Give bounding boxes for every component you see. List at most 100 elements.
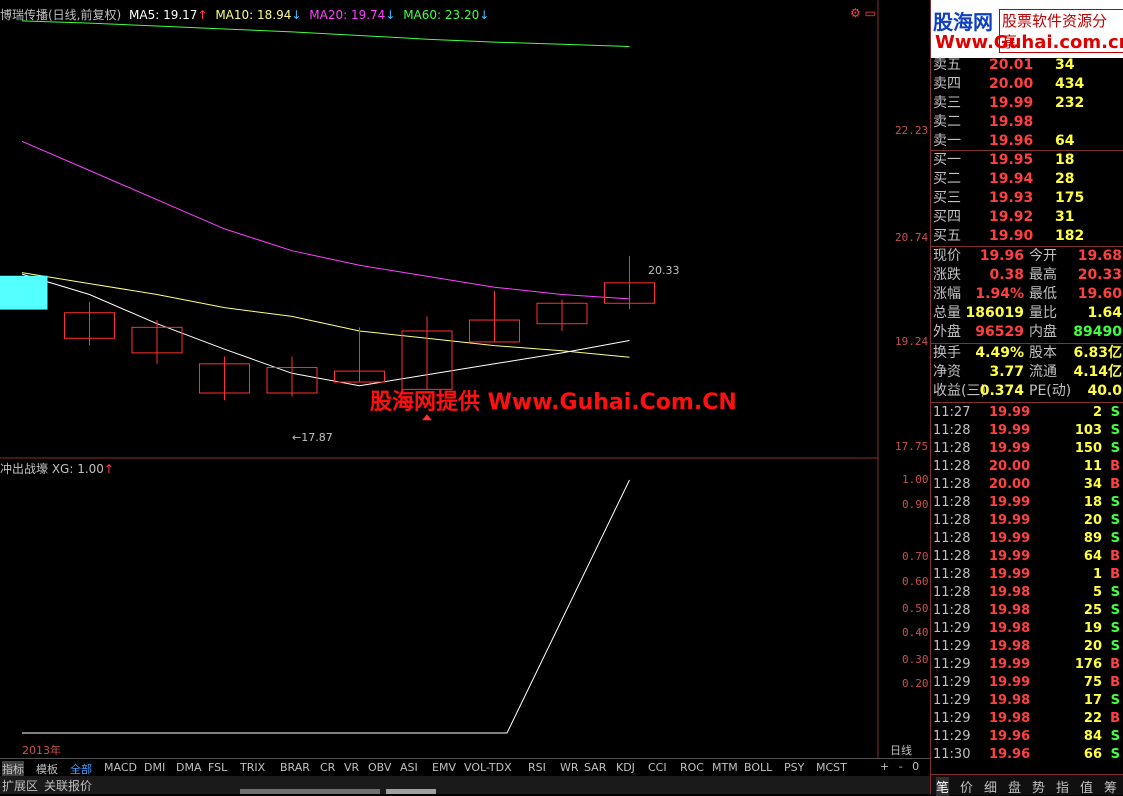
sell-level-row[interactable]: 卖五 20.01 34 (931, 56, 1123, 75)
tick-time: 11:29 (933, 675, 971, 690)
price-axis-label: 20.74 (895, 231, 929, 244)
indicator-tab-全部[interactable]: 全部 (70, 761, 92, 777)
settings-icon[interactable]: ⚙ (850, 6, 861, 20)
indicator-tab-cr[interactable]: CR (320, 761, 335, 774)
zoom-controls[interactable]: + - 0 (880, 760, 919, 773)
buy-level-row[interactable]: 买一 19.95 18 (931, 151, 1123, 170)
zoom-icon[interactable]: ▭ (865, 6, 876, 20)
quote-value: 40.0 (1087, 383, 1122, 399)
indicator-tab-指标[interactable]: 指标 (2, 761, 24, 777)
indicator-tab-模板[interactable]: 模板 (36, 761, 58, 777)
indicator-tab-mcst[interactable]: MCST (816, 761, 847, 774)
quote-value: 0.374 (979, 383, 1024, 399)
buy-level-row[interactable]: 买二 19.94 28 (931, 170, 1123, 189)
indicator-tab-cci[interactable]: CCI (648, 761, 667, 774)
tick-side: S (1110, 441, 1120, 456)
quote-value: 4.49% (975, 345, 1024, 361)
sell-level-row[interactable]: 卖一 19.96 64 (931, 132, 1123, 151)
sell-level-row[interactable]: 卖三 19.99 232 (931, 94, 1123, 113)
level-price: 19.98 (989, 114, 1034, 130)
indicator-tab-psy[interactable]: PSY (784, 761, 804, 774)
indicator-tab-rsi[interactable]: RSI (528, 761, 546, 774)
sell-level-row[interactable]: 卖二 19.98 (931, 113, 1123, 132)
quote-row: 总量 186019 量比 1.64 (931, 304, 1123, 323)
indicator-tab-asi[interactable]: ASI (400, 761, 418, 774)
watermark-text: 股海网提供 Www.Guhai.Com.CN (370, 390, 737, 415)
tick-time: 11:27 (933, 405, 971, 420)
logo-url: Www.Guhai.com.cn (935, 32, 1123, 53)
indicator-tab-kdj[interactable]: KDJ (616, 761, 635, 774)
tick-row: 11:28 19.99 89 S (931, 530, 1123, 548)
quote-label: 最高 (1029, 267, 1057, 283)
kline-chart-area[interactable]: 博瑞传播(日线,前复权) MA5: 19.17↑ MA10: 18.94↓ MA… (0, 0, 930, 760)
indicator-tab-brar[interactable]: BRAR (280, 761, 310, 774)
indicator-tab-obv[interactable]: OBV (368, 761, 391, 774)
right-tab[interactable]: 盘 (1008, 777, 1021, 796)
tick-price: 20.00 (989, 477, 1031, 492)
indicator-tab-sar[interactable]: SAR (584, 761, 606, 774)
tick-row: 11:29 19.98 19 S (931, 620, 1123, 638)
kline-svg[interactable] (0, 0, 930, 760)
indicator-tab-dma[interactable]: DMA (176, 761, 202, 774)
indicator-tab-vol-tdx[interactable]: VOL-TDX (464, 761, 512, 774)
indicator-tab-wr[interactable]: WR (560, 761, 579, 774)
buy-level-row[interactable]: 买五 19.90 182 (931, 227, 1123, 246)
buy-level-row[interactable]: 买四 19.92 31 (931, 208, 1123, 227)
level-label: 卖三 (933, 95, 961, 111)
tick-row: 11:29 19.99 75 B (931, 674, 1123, 692)
right-tab[interactable]: 指 (1056, 777, 1069, 796)
tick-time: 11:28 (933, 495, 971, 510)
indicator-tab-trix[interactable]: TRIX (240, 761, 265, 774)
indicator-tab-mtm[interactable]: MTM (712, 761, 738, 774)
tick-row: 11:29 19.98 17 S (931, 692, 1123, 710)
divider (931, 402, 1123, 403)
indicator-tab-boll[interactable]: BOLL (744, 761, 772, 774)
tick-volume: 1 (1092, 567, 1102, 582)
indicator-tab-dmi[interactable]: DMI (144, 761, 165, 774)
indicator-tab-roc[interactable]: ROC (680, 761, 704, 774)
indicator-tab-emv[interactable]: EMV (432, 761, 456, 774)
scrollbar-track[interactable] (240, 789, 380, 794)
period-label[interactable]: 日线 (890, 742, 912, 758)
level-label: 买二 (933, 171, 961, 187)
stock-title[interactable]: 博瑞传播(日线,前复权) (0, 8, 121, 22)
tick-side: B (1110, 711, 1120, 726)
quote-label: 最低 (1029, 286, 1057, 302)
tick-time: 11:28 (933, 441, 971, 456)
indicator-tab-vr[interactable]: VR (344, 761, 359, 774)
ma60-line (21, 20, 630, 47)
quote-value: 1.94% (975, 286, 1024, 302)
buy-level-row[interactable]: 买三 19.93 175 (931, 189, 1123, 208)
tick-row: 11:28 19.99 18 S (931, 494, 1123, 512)
related-quote-button[interactable]: 关联报价 (44, 777, 92, 794)
extension-area-button[interactable]: 扩展区 (2, 777, 38, 794)
tick-volume: 5 (1092, 585, 1102, 600)
tick-volume: 18 (1083, 495, 1102, 510)
tick-side: S (1110, 621, 1120, 636)
tick-time: 11:29 (933, 711, 971, 726)
right-tab[interactable]: 值 (1080, 777, 1093, 796)
tick-volume: 103 (1074, 423, 1102, 438)
right-tab[interactable]: 价 (960, 777, 973, 796)
level-price: 19.90 (989, 228, 1034, 244)
x-axis-year-label: 2013年 (22, 744, 61, 757)
right-tab[interactable]: 筹 (1104, 777, 1117, 796)
indicator-axis-label: 0.20 (902, 677, 929, 690)
level-label: 买一 (933, 152, 961, 168)
sell-level-row[interactable]: 卖四 20.00 434 (931, 75, 1123, 94)
right-tab[interactable]: 细 (984, 777, 997, 796)
indicator-tab-macd[interactable]: MACD (104, 761, 137, 774)
right-tab[interactable]: 势 (1032, 777, 1045, 796)
tick-volume: 22 (1083, 711, 1102, 726)
tick-volume: 20 (1083, 639, 1102, 654)
quote-row: 净资 3.77 流通 4.14亿 (931, 363, 1123, 382)
ma5-line (21, 273, 630, 387)
right-tab[interactable]: 笔 (936, 777, 950, 796)
tick-time: 11:28 (933, 549, 971, 564)
level-volume: 64 (1055, 133, 1075, 149)
arrow-down-icon: ↓ (479, 8, 490, 22)
tick-row: 11:28 19.99 1 B (931, 566, 1123, 584)
scrollbar-thumb[interactable] (386, 789, 436, 794)
high-price-annotation: 20.33 (648, 264, 680, 277)
indicator-tab-fsl[interactable]: FSL (208, 761, 227, 774)
